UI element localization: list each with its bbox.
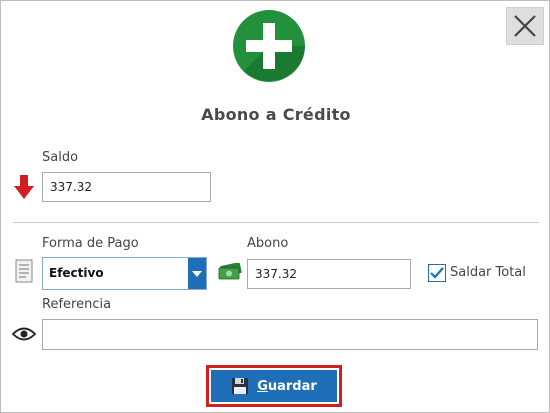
save-button-label: Guardar — [257, 378, 317, 394]
checkmark-icon — [430, 267, 444, 279]
dialog-title: Abono a Crédito — [201, 105, 351, 124]
floppy-disk-icon — [232, 378, 249, 394]
save-button[interactable]: Guardar — [206, 365, 342, 407]
abono-label: Abono — [247, 236, 289, 251]
saldo-label: Saldo — [42, 150, 79, 165]
saldar-total-label[interactable]: Saldar Total — [450, 265, 526, 280]
forma-pago-label: Forma de Pago — [42, 236, 139, 251]
referencia-input[interactable] — [42, 319, 538, 350]
chevron-down-icon[interactable] — [188, 258, 206, 289]
referencia-label: Referencia — [42, 297, 112, 312]
dialog-window: Abono a Crédito Saldo Forma de Pago Efec… — [0, 0, 550, 413]
down-arrow-icon — [14, 175, 34, 199]
document-icon — [15, 259, 33, 283]
eye-icon — [12, 327, 36, 341]
section-divider — [13, 222, 539, 223]
abono-input[interactable] — [247, 259, 411, 289]
plus-circle-icon — [233, 10, 305, 82]
saldar-total-checkbox[interactable] — [428, 264, 446, 282]
close-button[interactable] — [506, 7, 544, 45]
forma-pago-select[interactable]: Efectivo — [42, 257, 207, 290]
close-icon — [514, 15, 536, 37]
forma-pago-selected: Efectivo — [49, 266, 104, 280]
money-icon — [218, 263, 242, 280]
saldo-input[interactable] — [42, 172, 211, 202]
